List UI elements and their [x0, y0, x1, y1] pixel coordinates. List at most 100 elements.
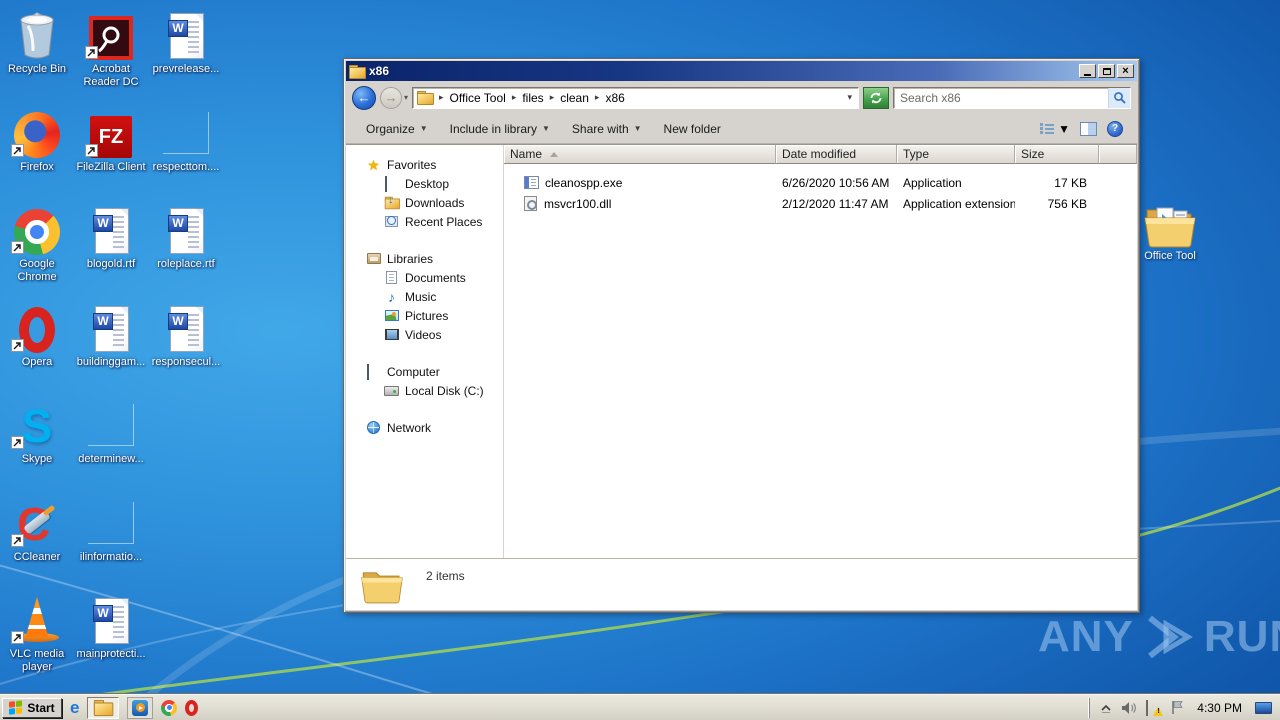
start-button[interactable]: Start [2, 698, 62, 718]
anyrun-watermark: ANY RUN [1038, 612, 1280, 662]
taskbar-chrome-button[interactable] [161, 700, 177, 716]
change-view-button[interactable]: ▼ [1040, 122, 1070, 136]
history-dropdown-icon[interactable]: ▾ [404, 93, 408, 102]
sidebar-item-libraries[interactable]: Libraries [346, 249, 503, 268]
explorer-window: x86 × ← → ▾ ▸ Office Tool ▸ files ▸ clea… [343, 58, 1140, 613]
forward-button[interactable]: → [380, 87, 402, 109]
watermark-any: ANY [1038, 612, 1134, 662]
desktop-icon-recycle-bin[interactable]: Recycle Bin [0, 8, 74, 76]
show-hidden-icons-chevron[interactable] [1100, 703, 1112, 713]
column-header-type[interactable]: Type [897, 145, 1015, 164]
file-row-msvcr100[interactable]: msvcr100.dll 2/12/2020 11:47 AM Applicat… [504, 193, 1137, 214]
item-count: 2 items [426, 569, 465, 610]
search-icon[interactable] [1108, 88, 1130, 108]
desktop-icon-roleplace[interactable]: W roleplace.rtf [149, 203, 223, 271]
sidebar-item-network[interactable]: Network [346, 418, 503, 437]
maximize-button[interactable] [1098, 64, 1115, 78]
desktop-icon-blogold[interactable]: W blogold.rtf [74, 203, 148, 271]
desktop-icon-determinew[interactable]: determinew... [74, 398, 148, 466]
window-folder-icon [349, 65, 365, 78]
desktop-icon-buildinggam[interactable]: W buildinggam... [74, 301, 148, 369]
sidebar-item-favorites[interactable]: ★Favorites [346, 155, 503, 174]
desktop-icon-acrobat[interactable]: Acrobat Reader DC [74, 8, 148, 89]
include-in-library-button[interactable]: Include in library▼ [444, 118, 556, 140]
filezilla-icon: FZ [74, 106, 148, 158]
shortcut-arrow-icon [11, 631, 24, 644]
desktop-icon-mainprotecti[interactable]: W mainprotecti... [74, 593, 148, 661]
desktop-icon-label: FileZilla Client [74, 161, 148, 174]
organize-button[interactable]: Organize▼ [360, 118, 434, 140]
desktop-icon-label: Opera [0, 356, 74, 369]
desktop-icon-label: respecttom.... [149, 161, 223, 174]
preview-pane-button[interactable] [1080, 122, 1097, 136]
desktop-icon-label: mainprotecti... [74, 648, 148, 661]
address-bar: ← → ▾ ▸ Office Tool ▸ files ▸ clean ▸ x8… [346, 81, 1137, 114]
breadcrumb-segment[interactable]: Office Tool [450, 91, 506, 105]
breadcrumb[interactable]: ▸ Office Tool ▸ files ▸ clean ▸ x86 ▾ [412, 87, 859, 109]
action-center-flag-icon[interactable] [1171, 700, 1184, 715]
address-dropdown-icon[interactable]: ▾ [847, 92, 854, 103]
libraries-icon [366, 251, 381, 266]
sidebar-item-pictures[interactable]: Pictures [346, 306, 503, 325]
breadcrumb-segment[interactable]: files [522, 91, 543, 105]
sort-ascending-icon [550, 152, 558, 157]
breadcrumb-segment[interactable]: clean [560, 91, 589, 105]
desktop-icon-label: prevrelease... [149, 63, 223, 76]
refresh-button[interactable] [863, 87, 889, 109]
desktop-icon-responsecul[interactable]: W responsecul... [149, 301, 223, 369]
sidebar-item-computer[interactable]: Computer [346, 362, 503, 381]
network-status-icon[interactable]: ! [1146, 701, 1162, 715]
help-button[interactable]: ? [1107, 121, 1123, 137]
share-with-button[interactable]: Share with▼ [566, 118, 648, 140]
shortcut-arrow-icon [11, 534, 24, 547]
sidebar-item-desktop[interactable]: Desktop [346, 174, 503, 193]
desktop-icon-opera[interactable]: Opera [0, 301, 74, 369]
breadcrumb-separator-icon: ▸ [591, 92, 604, 103]
desktop-icon-ilinformatio[interactable]: ilinformatio... [74, 496, 148, 564]
new-folder-button[interactable]: New folder [658, 118, 727, 140]
column-header-name[interactable]: Name [504, 145, 776, 164]
close-button[interactable]: × [1117, 64, 1134, 78]
volume-icon[interactable] [1121, 701, 1137, 715]
sidebar-item-videos[interactable]: Videos [346, 325, 503, 344]
sidebar-item-recent-places[interactable]: Recent Places [346, 212, 503, 231]
desktop-icon-label: buildinggam... [74, 356, 148, 369]
sidebar-item-documents[interactable]: Documents [346, 268, 503, 287]
breadcrumb-segment[interactable]: x86 [605, 91, 624, 105]
desktop-icon-ccleaner[interactable]: C CCleaner [0, 496, 74, 564]
search-input[interactable]: Search x86 [893, 87, 1131, 109]
desktop-icon-office-tool[interactable]: Office Tool [1128, 202, 1212, 262]
shortcut-arrow-icon [11, 339, 24, 352]
sidebar-item-music[interactable]: ♪Music [346, 287, 503, 306]
dll-file-icon [524, 196, 537, 211]
chevron-down-icon: ▼ [420, 124, 428, 133]
folder-icon [94, 700, 112, 715]
titlebar[interactable]: x86 × [346, 61, 1137, 81]
sidebar-item-local-disk-c[interactable]: Local Disk (C:) [346, 381, 503, 400]
videos-icon [384, 327, 399, 342]
desktop-icon-filezilla[interactable]: FZ FileZilla Client [74, 106, 148, 174]
taskbar-clock[interactable]: 4:30 PM [1193, 701, 1246, 715]
desktop-icon-label: Office Tool [1128, 250, 1212, 262]
breadcrumb-separator-icon: ▸ [508, 92, 521, 103]
watermark-run: RUN [1204, 612, 1280, 662]
desktop-icon-vlc[interactable]: VLC media player [0, 593, 74, 674]
back-button[interactable]: ← [352, 86, 376, 110]
taskbar-explorer-button-active[interactable] [87, 697, 119, 719]
desktop-icon-chrome[interactable]: Google Chrome [0, 203, 74, 284]
taskbar-opera-button[interactable] [185, 700, 198, 716]
file-row-cleanospp[interactable]: cleanospp.exe 6/26/2020 10:56 AM Applica… [504, 172, 1137, 193]
sidebar-item-downloads[interactable]: ↓Downloads [346, 193, 503, 212]
minimize-button[interactable] [1079, 64, 1096, 78]
taskbar-ie-button[interactable]: e [70, 699, 79, 717]
desktop-icon-skype[interactable]: S Skype [0, 398, 74, 466]
desktop-icon-respecttom[interactable]: respecttom.... [149, 106, 223, 174]
documents-icon [384, 270, 399, 285]
desktop-icon-firefox[interactable]: Firefox [0, 106, 74, 174]
column-header-date-modified[interactable]: Date modified [776, 145, 897, 164]
column-header-size[interactable]: Size [1015, 145, 1099, 164]
remote-display-icon[interactable] [1255, 702, 1272, 714]
taskbar-media-player-button[interactable] [127, 697, 153, 719]
word-document-icon: W [74, 593, 148, 645]
desktop-icon-prevrelease[interactable]: W prevrelease... [149, 8, 223, 76]
